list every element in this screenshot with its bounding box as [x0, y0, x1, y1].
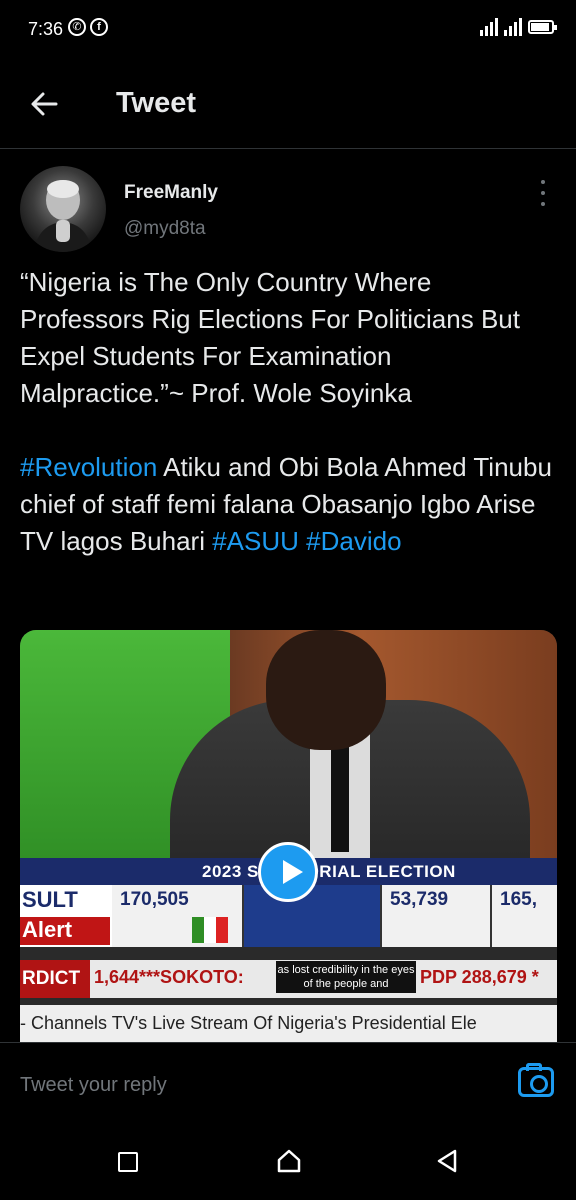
author-display-name[interactable]: FreeManly — [124, 182, 218, 204]
signal-icon — [504, 18, 522, 36]
facebook-icon: f — [90, 18, 108, 36]
result-bottom-text: Alert — [20, 917, 110, 945]
recent-apps-icon[interactable] — [118, 1152, 138, 1172]
ticker-note: as lost credibility in the eyes of the p… — [276, 961, 416, 993]
result-top-text: SULT — [22, 887, 78, 912]
notification-icons: ✆ f — [68, 18, 108, 36]
result-alert-panel: SULT Alert — [20, 885, 112, 947]
tally-box-2 — [244, 885, 382, 947]
lower-caption-strip: - Channels TV's Live Stream Of Nigeria's… — [20, 1005, 557, 1042]
tally-box-4: 165, — [492, 885, 557, 947]
status-time: 7:36 — [28, 19, 64, 39]
hashtag-asuu[interactable]: #ASUU — [212, 526, 299, 556]
video-thumbnail[interactable]: 2023 SENATORIAL ELECTION SULT Alert 170,… — [20, 630, 557, 1042]
camera-icon[interactable] — [518, 1063, 554, 1097]
tally-box-3: 53,739 — [382, 885, 492, 947]
page-title: Tweet — [116, 87, 197, 119]
ticker-verdict: RDICT — [20, 960, 90, 998]
home-icon[interactable] — [276, 1148, 302, 1174]
back-button[interactable] — [26, 86, 62, 122]
top-app-bar: Tweet — [0, 60, 576, 149]
hashtag-revolution[interactable]: #Revolution — [20, 452, 157, 482]
battery-icon — [528, 20, 557, 34]
back-triangle-icon[interactable] — [434, 1148, 460, 1174]
tally-3-value: 165, — [500, 889, 537, 910]
tweet-quote: “Nigeria is The Only Country Where Profe… — [20, 267, 520, 408]
more-options-icon[interactable] — [536, 180, 550, 206]
news-ticker: RDICT 1,644***SOKOTO: as lost credibilit… — [20, 960, 557, 998]
ticker-text: 1,644***SOKOTO: — [94, 967, 244, 987]
hashtag-davido[interactable]: #Davido — [306, 526, 401, 556]
lower-caption-text: - Channels TV's Live Stream Of Nigeria's… — [20, 1013, 477, 1033]
signal-icon — [480, 18, 498, 36]
tweet-body: #Revolution Atiku and Obi Bola Ahmed Tin… — [20, 449, 560, 560]
play-button[interactable] — [258, 842, 318, 902]
tally-1-value: 170,505 — [120, 889, 189, 910]
presenter-tie — [331, 742, 349, 852]
tweet-text: “Nigeria is The Only Country Where Profe… — [20, 264, 560, 560]
arrow-left-icon — [31, 92, 58, 116]
avatar[interactable] — [20, 166, 106, 252]
whatsapp-icon: ✆ — [68, 18, 86, 36]
presenter-head — [266, 630, 386, 750]
status-bar: 7:36 ✆ f — [0, 0, 576, 60]
reply-input[interactable]: Tweet your reply — [20, 1074, 167, 1097]
party-logo — [192, 917, 228, 943]
author-handle[interactable]: @myd8ta — [124, 218, 206, 240]
ticker-pdp: PDP 288,679 * — [420, 967, 539, 987]
banner-title: 2023 SENATORIAL ELECTION — [202, 862, 456, 881]
tally-2-value: 53,739 — [390, 889, 449, 910]
system-icons — [480, 18, 557, 36]
profile-photo — [34, 180, 92, 252]
tally-box-1: 170,505 — [112, 885, 244, 947]
